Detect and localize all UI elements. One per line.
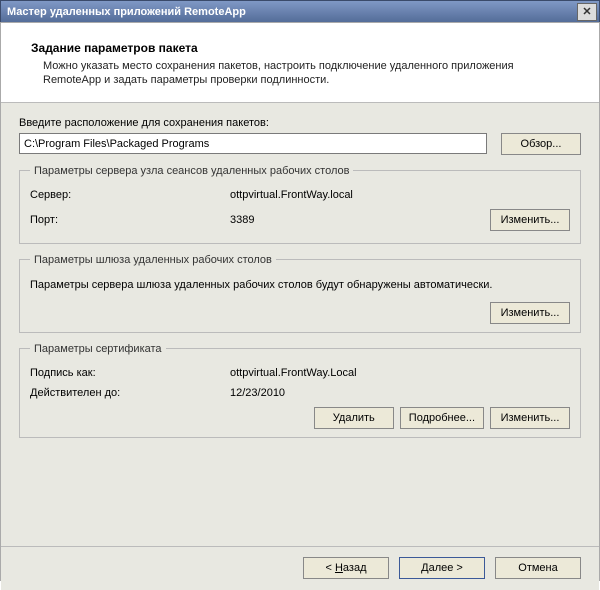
footer: < Назад Далее > Отмена — [1, 546, 599, 590]
location-row: Обзор... — [19, 133, 581, 155]
close-button[interactable]: ✕ — [577, 3, 597, 21]
cert-details-button[interactable]: Подробнее... — [400, 407, 484, 429]
back-button[interactable]: < Назад — [303, 557, 389, 579]
page-title: Задание параметров пакета — [31, 41, 569, 55]
server-change-button[interactable]: Изменить... — [490, 209, 570, 231]
next-button[interactable]: Далее > — [399, 557, 485, 579]
window-title: Мастер удаленных приложений RemoteApp — [7, 6, 246, 18]
signed-row: Подпись как: ottpvirtual.FrontWay.Local — [30, 363, 570, 383]
location-label: Введите расположение для сохранения паке… — [19, 117, 581, 129]
server-value: ottpvirtual.FrontWay.local — [230, 189, 570, 201]
cancel-button[interactable]: Отмена — [495, 557, 581, 579]
cert-group: Параметры сертификата Подпись как: ottpv… — [19, 343, 581, 438]
gateway-group-legend: Параметры шлюза удаленных рабочих столов — [30, 254, 276, 266]
title-bar: Мастер удаленных приложений RemoteApp ✕ — [0, 0, 600, 22]
signed-value: ottpvirtual.FrontWay.Local — [230, 367, 570, 379]
valid-label: Действителен до: — [30, 387, 230, 399]
dialog: Задание параметров пакета Можно указать … — [0, 22, 600, 581]
header: Задание параметров пакета Можно указать … — [1, 23, 599, 103]
page-description: Можно указать место сохранения пакетов, … — [43, 59, 569, 88]
port-row: Порт: 3389 Изменить... — [30, 205, 570, 235]
server-label: Сервер: — [30, 189, 230, 201]
valid-value: 12/23/2010 — [230, 387, 570, 399]
close-icon: ✕ — [582, 5, 591, 18]
cert-group-legend: Параметры сертификата — [30, 343, 166, 355]
valid-row: Действителен до: 12/23/2010 — [30, 383, 570, 403]
gateway-note: Параметры сервера шлюза удаленных рабочи… — [30, 274, 570, 298]
port-value: 3389 — [230, 214, 490, 226]
server-group: Параметры сервера узла сеансов удаленных… — [19, 165, 581, 244]
body: Введите расположение для сохранения паке… — [1, 103, 599, 590]
server-row: Сервер: ottpvirtual.FrontWay.local — [30, 185, 570, 205]
cert-delete-button[interactable]: Удалить — [314, 407, 394, 429]
port-label: Порт: — [30, 214, 230, 226]
location-input[interactable] — [19, 133, 487, 154]
gateway-change-button[interactable]: Изменить... — [490, 302, 570, 324]
cert-change-button[interactable]: Изменить... — [490, 407, 570, 429]
signed-label: Подпись как: — [30, 367, 230, 379]
gateway-group: Параметры шлюза удаленных рабочих столов… — [19, 254, 581, 333]
browse-button[interactable]: Обзор... — [501, 133, 581, 155]
server-group-legend: Параметры сервера узла сеансов удаленных… — [30, 165, 353, 177]
